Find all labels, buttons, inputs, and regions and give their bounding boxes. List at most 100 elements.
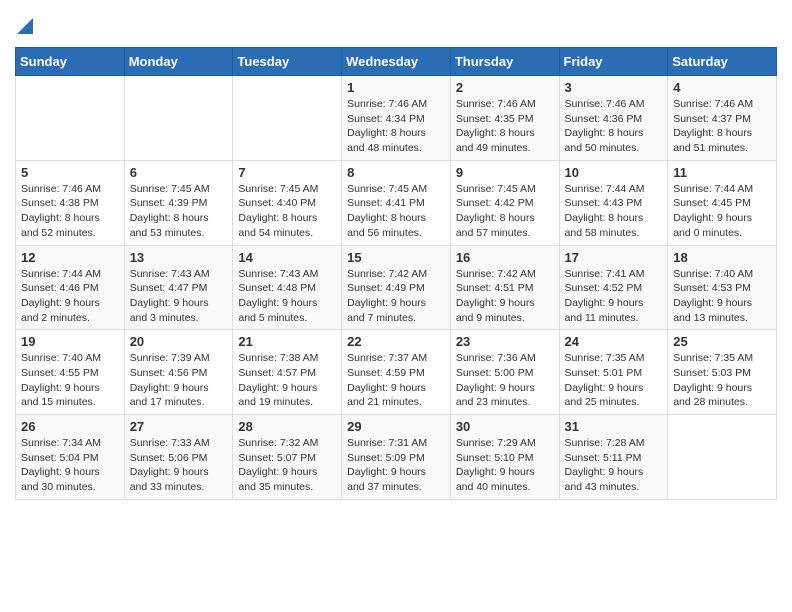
- calendar-cell: 5 Sunrise: 7:46 AM Sunset: 4:38 PM Daylig…: [16, 160, 125, 245]
- day-info: Sunrise: 7:40 AM Sunset: 4:55 PM Dayligh…: [21, 351, 119, 410]
- calendar-cell: 3 Sunrise: 7:46 AM Sunset: 4:36 PM Daylig…: [559, 76, 668, 161]
- calendar-cell: 31 Sunrise: 7:28 AM Sunset: 5:11 PM Dayli…: [559, 415, 668, 500]
- day-info: Sunrise: 7:35 AM Sunset: 5:01 PM Dayligh…: [565, 351, 663, 410]
- calendar-cell: [668, 415, 777, 500]
- day-number: 16: [456, 250, 554, 265]
- day-number: 13: [130, 250, 228, 265]
- calendar-cell: 12Sunrise: 7:44 AM Sunset: 4:46 PM Dayli…: [16, 245, 125, 330]
- week-row-3: 12Sunrise: 7:44 AM Sunset: 4:46 PM Dayli…: [16, 245, 777, 330]
- calendar-cell: 25Sunrise: 7:35 AM Sunset: 5:03 PM Dayli…: [668, 330, 777, 415]
- calendar-cell: 17Sunrise: 7:41 AM Sunset: 4:52 PM Dayli…: [559, 245, 668, 330]
- day-number: 5: [21, 165, 119, 180]
- day-number: 15: [347, 250, 445, 265]
- week-row-2: 5 Sunrise: 7:46 AM Sunset: 4:38 PM Daylig…: [16, 160, 777, 245]
- day-info: Sunrise: 7:41 AM Sunset: 4:52 PM Dayligh…: [565, 267, 663, 326]
- day-info: Sunrise: 7:43 AM Sunset: 4:48 PM Dayligh…: [238, 267, 336, 326]
- calendar-cell: 13Sunrise: 7:43 AM Sunset: 4:47 PM Dayli…: [124, 245, 233, 330]
- day-number: 30: [456, 419, 554, 434]
- calendar-cell: 30 Sunrise: 7:29 AM Sunset: 5:10 PM Dayli…: [450, 415, 559, 500]
- day-number: 20: [130, 334, 228, 349]
- day-info: Sunrise: 7:36 AM Sunset: 5:00 PM Dayligh…: [456, 351, 554, 410]
- day-info: Sunrise: 7:37 AM Sunset: 4:59 PM Dayligh…: [347, 351, 445, 410]
- calendar-cell: 22 Sunrise: 7:37 AM Sunset: 4:59 PM Dayli…: [342, 330, 451, 415]
- day-number: 4: [673, 80, 771, 95]
- calendar-cell: 10 Sunrise: 7:44 AM Sunset: 4:43 PM Dayli…: [559, 160, 668, 245]
- header-cell-tuesday: Tuesday: [233, 48, 342, 76]
- day-number: 11: [673, 165, 771, 180]
- week-row-1: 1 Sunrise: 7:46 AM Sunset: 4:34 PM Daylig…: [16, 76, 777, 161]
- day-info: Sunrise: 7:44 AM Sunset: 4:46 PM Dayligh…: [21, 267, 119, 326]
- day-number: 8: [347, 165, 445, 180]
- day-info: Sunrise: 7:38 AM Sunset: 4:57 PM Dayligh…: [238, 351, 336, 410]
- header-cell-thursday: Thursday: [450, 48, 559, 76]
- day-number: 3: [565, 80, 663, 95]
- calendar-cell: 21 Sunrise: 7:38 AM Sunset: 4:57 PM Dayli…: [233, 330, 342, 415]
- day-info: Sunrise: 7:46 AM Sunset: 4:36 PM Dayligh…: [565, 97, 663, 156]
- header: [15, 10, 777, 39]
- header-row: SundayMondayTuesdayWednesdayThursdayFrid…: [16, 48, 777, 76]
- day-info: Sunrise: 7:46 AM Sunset: 4:38 PM Dayligh…: [21, 182, 119, 241]
- calendar-cell: 27 Sunrise: 7:33 AM Sunset: 5:06 PM Dayli…: [124, 415, 233, 500]
- calendar-cell: 2 Sunrise: 7:46 AM Sunset: 4:35 PM Daylig…: [450, 76, 559, 161]
- day-info: Sunrise: 7:46 AM Sunset: 4:34 PM Dayligh…: [347, 97, 445, 156]
- header-cell-monday: Monday: [124, 48, 233, 76]
- day-number: 22: [347, 334, 445, 349]
- day-number: 18: [673, 250, 771, 265]
- calendar-cell: 24 Sunrise: 7:35 AM Sunset: 5:01 PM Dayli…: [559, 330, 668, 415]
- calendar-cell: 18 Sunrise: 7:40 AM Sunset: 4:53 PM Dayli…: [668, 245, 777, 330]
- day-info: Sunrise: 7:42 AM Sunset: 4:49 PM Dayligh…: [347, 267, 445, 326]
- day-info: Sunrise: 7:45 AM Sunset: 4:42 PM Dayligh…: [456, 182, 554, 241]
- calendar-cell: 6 Sunrise: 7:45 AM Sunset: 4:39 PM Daylig…: [124, 160, 233, 245]
- day-number: 27: [130, 419, 228, 434]
- day-number: 21: [238, 334, 336, 349]
- day-info: Sunrise: 7:31 AM Sunset: 5:09 PM Dayligh…: [347, 436, 445, 495]
- day-number: 2: [456, 80, 554, 95]
- day-number: 1: [347, 80, 445, 95]
- day-number: 25: [673, 334, 771, 349]
- day-number: 31: [565, 419, 663, 434]
- calendar-cell: 15 Sunrise: 7:42 AM Sunset: 4:49 PM Dayli…: [342, 245, 451, 330]
- calendar-cell: 28 Sunrise: 7:32 AM Sunset: 5:07 PM Dayli…: [233, 415, 342, 500]
- day-number: 10: [565, 165, 663, 180]
- calendar-cell: [16, 76, 125, 161]
- day-info: Sunrise: 7:40 AM Sunset: 4:53 PM Dayligh…: [673, 267, 771, 326]
- calendar-cell: 19Sunrise: 7:40 AM Sunset: 4:55 PM Dayli…: [16, 330, 125, 415]
- calendar-cell: 23Sunrise: 7:36 AM Sunset: 5:00 PM Dayli…: [450, 330, 559, 415]
- page-container: SundayMondayTuesdayWednesdayThursdayFrid…: [0, 0, 792, 510]
- header-cell-friday: Friday: [559, 48, 668, 76]
- calendar-cell: [124, 76, 233, 161]
- week-row-5: 26 Sunrise: 7:34 AM Sunset: 5:04 PM Dayli…: [16, 415, 777, 500]
- day-number: 9: [456, 165, 554, 180]
- calendar-cell: 9 Sunrise: 7:45 AM Sunset: 4:42 PM Daylig…: [450, 160, 559, 245]
- day-info: Sunrise: 7:34 AM Sunset: 5:04 PM Dayligh…: [21, 436, 119, 495]
- day-info: Sunrise: 7:33 AM Sunset: 5:06 PM Dayligh…: [130, 436, 228, 495]
- day-info: Sunrise: 7:44 AM Sunset: 4:45 PM Dayligh…: [673, 182, 771, 241]
- header-cell-sunday: Sunday: [16, 48, 125, 76]
- day-info: Sunrise: 7:46 AM Sunset: 4:37 PM Dayligh…: [673, 97, 771, 156]
- day-info: Sunrise: 7:44 AM Sunset: 4:43 PM Dayligh…: [565, 182, 663, 241]
- day-info: Sunrise: 7:45 AM Sunset: 4:40 PM Dayligh…: [238, 182, 336, 241]
- day-info: Sunrise: 7:29 AM Sunset: 5:10 PM Dayligh…: [456, 436, 554, 495]
- day-number: 29: [347, 419, 445, 434]
- day-number: 28: [238, 419, 336, 434]
- calendar-cell: 29 Sunrise: 7:31 AM Sunset: 5:09 PM Dayli…: [342, 415, 451, 500]
- day-info: Sunrise: 7:42 AM Sunset: 4:51 PM Dayligh…: [456, 267, 554, 326]
- day-info: Sunrise: 7:39 AM Sunset: 4:56 PM Dayligh…: [130, 351, 228, 410]
- day-info: Sunrise: 7:28 AM Sunset: 5:11 PM Dayligh…: [565, 436, 663, 495]
- calendar-cell: 26 Sunrise: 7:34 AM Sunset: 5:04 PM Dayli…: [16, 415, 125, 500]
- day-number: 26: [21, 419, 119, 434]
- calendar-cell: 1 Sunrise: 7:46 AM Sunset: 4:34 PM Daylig…: [342, 76, 451, 161]
- day-info: Sunrise: 7:45 AM Sunset: 4:41 PM Dayligh…: [347, 182, 445, 241]
- day-number: 24: [565, 334, 663, 349]
- day-info: Sunrise: 7:32 AM Sunset: 5:07 PM Dayligh…: [238, 436, 336, 495]
- header-cell-saturday: Saturday: [668, 48, 777, 76]
- day-info: Sunrise: 7:46 AM Sunset: 4:35 PM Dayligh…: [456, 97, 554, 156]
- logo: [15, 10, 33, 39]
- calendar-cell: 7 Sunrise: 7:45 AM Sunset: 4:40 PM Daylig…: [233, 160, 342, 245]
- day-number: 6: [130, 165, 228, 180]
- day-number: 14: [238, 250, 336, 265]
- day-info: Sunrise: 7:45 AM Sunset: 4:39 PM Dayligh…: [130, 182, 228, 241]
- calendar-cell: 20 Sunrise: 7:39 AM Sunset: 4:56 PM Dayli…: [124, 330, 233, 415]
- calendar-cell: [233, 76, 342, 161]
- day-number: 7: [238, 165, 336, 180]
